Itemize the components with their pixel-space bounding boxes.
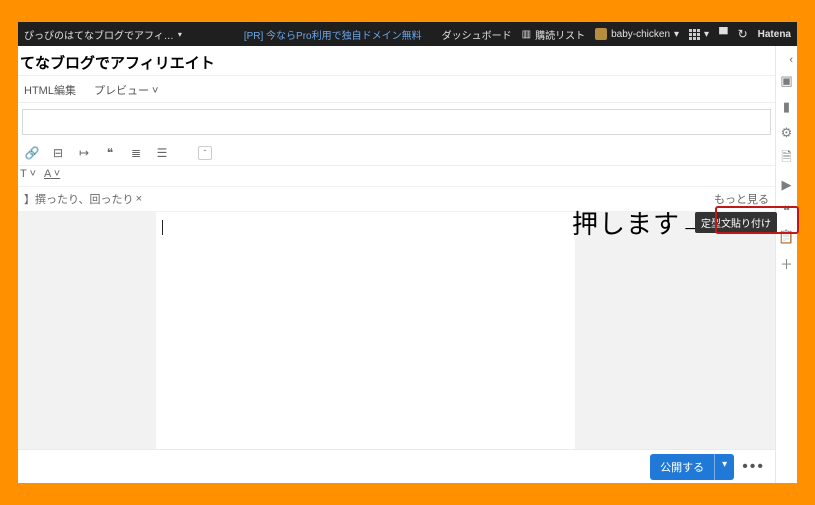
chevron-down-icon: ˅ <box>152 85 158 97</box>
publish-dropdown[interactable]: ▾ <box>714 454 734 480</box>
username-label: baby-chicken <box>611 29 670 40</box>
chat-icon[interactable]: ▀ <box>719 27 728 41</box>
document-icon[interactable]: 🗎 <box>778 150 796 168</box>
collapse-rail-icon[interactable]: ‹ <box>776 52 797 68</box>
text-a-label: A <box>44 168 51 180</box>
tooltip-wrap: 定型文貼り付け <box>695 212 777 233</box>
collapse-icon[interactable]: ˆ <box>198 146 212 160</box>
chevron-down-icon: ˅ <box>27 168 36 180</box>
apps-menu[interactable]: ▾ <box>689 29 709 40</box>
top-bar: ぴっぴのはてなブログでアフィ… ▾ [PR] 今ならPro利用で独自ドメイン無料… <box>18 22 797 46</box>
dashboard-link[interactable]: ダッシュボード <box>442 27 512 42</box>
tab-preview-label: プレビュー <box>94 85 149 97</box>
canvas-gutter-right <box>575 212 775 449</box>
quote-icon[interactable]: ❝ <box>102 145 118 161</box>
read-more-icon[interactable]: ⊟ <box>50 145 66 161</box>
see-more-link[interactable]: もっと見る <box>714 191 769 207</box>
tab-preview[interactable]: プレビュー ˅ <box>94 82 159 98</box>
post-title-input[interactable] <box>20 54 765 71</box>
canvas-gutter-left <box>18 212 156 449</box>
chevron-down-icon: ˅ <box>51 168 60 180</box>
editor-canvas <box>18 212 775 449</box>
publish-button[interactable]: 公開する <box>650 454 714 480</box>
chevron-down-icon: ▾ <box>178 30 182 39</box>
hatena-logo[interactable]: Hatena <box>758 29 791 40</box>
publish-split-button: 公開する ▾ <box>650 454 734 480</box>
chevron-down-icon: ▾ <box>674 29 679 40</box>
book-icon: ▥ <box>522 29 531 40</box>
blog-switcher[interactable]: ぴっぴのはてなブログでアフィ… ▾ <box>24 27 182 42</box>
text-cursor <box>162 220 163 235</box>
reading-list-link[interactable]: ▥ 購読リスト <box>522 27 585 42</box>
tag-chip[interactable]: 撰ったり、回ったり <box>35 191 134 207</box>
quote-tool-icon[interactable]: ❝ <box>778 202 796 220</box>
folder-tool-icon[interactable]: ▮ <box>778 98 796 116</box>
font-color-tool[interactable]: A ˅ <box>44 168 60 180</box>
blog-name: ぴっぴのはてなブログでアフィ… <box>24 27 174 42</box>
title-row <box>18 46 775 76</box>
footer-bar: 公開する ▾ ••• <box>18 449 775 483</box>
user-menu[interactable]: baby-chicken ▾ <box>595 28 679 40</box>
video-icon[interactable]: ▶ <box>778 176 796 194</box>
clipboard-tooltip: 定型文貼り付け <box>695 212 777 233</box>
code-icon[interactable]: ↦ <box>76 145 92 161</box>
text-toolbar: T ˅ A ˅ <box>18 166 775 186</box>
editor-tabs: HTML編集 プレビュー ˅ <box>18 76 775 103</box>
avatar-icon <box>595 28 607 40</box>
link-icon[interactable]: 🔗 <box>24 145 40 161</box>
text-size-tool[interactable]: T ˅ <box>20 168 36 180</box>
image-tool-icon[interactable]: ▣ <box>778 72 796 90</box>
editor-textarea[interactable] <box>156 212 575 449</box>
category-field[interactable] <box>22 109 771 135</box>
annotation-text: 押します→ <box>572 204 707 241</box>
list-icon[interactable]: ☰ <box>154 145 170 161</box>
refresh-icon[interactable]: ↻ <box>738 27 748 41</box>
more-actions-button[interactable]: ••• <box>742 458 765 476</box>
reading-list-label: 購読リスト <box>535 27 585 42</box>
clipboard-icon[interactable]: 📋 <box>778 228 796 246</box>
tag-remove-icon[interactable]: × <box>136 193 142 205</box>
tag-prefix: 】 <box>24 191 35 207</box>
pr-link[interactable]: [PR] 今ならPro利用で独自ドメイン無料 <box>244 27 422 42</box>
chevron-down-icon: ▾ <box>704 29 709 40</box>
plus-icon[interactable]: ＋ <box>778 254 796 272</box>
tab-html-edit[interactable]: HTML編集 <box>24 82 76 98</box>
grid-icon <box>689 29 700 40</box>
format-toolbar: 🔗 ⊟ ↦ ❝ ≣ ☰ ˆ <box>18 141 775 166</box>
gear-icon[interactable]: ⚙ <box>778 124 796 142</box>
align-icon[interactable]: ≣ <box>128 145 144 161</box>
sidebar-rail: ‹ ▣ ▮ ⚙ 🗎 ▶ ❝ 📋 ＋ <box>775 46 797 483</box>
